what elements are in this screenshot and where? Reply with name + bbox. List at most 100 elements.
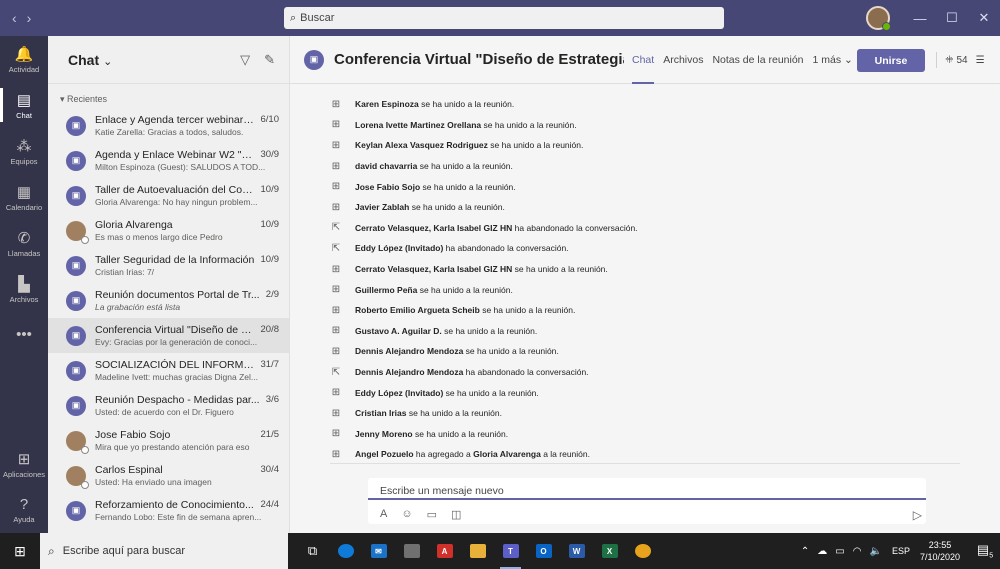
- back-icon[interactable]: ‹: [12, 10, 17, 26]
- message-text: Roberto Emilio Argueta Scheib se ha unid…: [355, 305, 575, 315]
- teams-taskbar-icon[interactable]: T: [494, 533, 527, 569]
- rail-item-label: Equipos: [10, 156, 38, 166]
- chat-icon: ▤: [16, 91, 32, 109]
- message-action: se ha unido a la reunión.: [420, 181, 516, 192]
- conversation-item[interactable]: ▣ Taller de Autoevaluación del Con... 10/9…: [48, 178, 289, 213]
- conversation-preview: Mira que yo prestando atención para eso: [95, 442, 250, 452]
- join-button[interactable]: Unirse: [857, 49, 925, 72]
- volume-icon[interactable]: 🔈: [869, 546, 881, 557]
- conversation-item[interactable]: ▣ SOCIALIZACIÓN DEL INFORME A... 31/7 Madel…: [48, 353, 289, 388]
- close-button[interactable]: ✕: [968, 10, 1000, 26]
- tab-chat[interactable]: Chat: [632, 36, 655, 84]
- conversation-preview: Milton Espinoza (Guest): SALUDOS A TOD..…: [95, 162, 266, 172]
- filter-icon[interactable]: ▽: [240, 52, 250, 68]
- chrome-icon[interactable]: [626, 533, 659, 569]
- outlook-icon[interactable]: O: [527, 533, 560, 569]
- conversation-item[interactable]: ▣ Enlace y Agenda tercer webinar ... 6/10 K…: [48, 108, 289, 143]
- join-icon: ⊞: [331, 181, 341, 193]
- taskbar-search-input[interactable]: ⌕ Escribe aquí para buscar: [40, 533, 288, 569]
- minimize-button[interactable]: —: [904, 11, 936, 26]
- compose-input[interactable]: Escribe un mensaje nuevo: [368, 478, 926, 500]
- conversation-item[interactable]: Jose Fabio Sojo 21/5 Mira que yo prestando…: [48, 423, 289, 458]
- participants-button[interactable]: ꔰ 54: [945, 55, 968, 66]
- participant-name: Gustavo A. Aguilar D.: [355, 325, 442, 336]
- conversation-item[interactable]: ▣ Conferencia Virtual "Diseño de E... 20/8…: [48, 318, 289, 353]
- profile-avatar[interactable]: [866, 6, 891, 31]
- conversation-item[interactable]: Gloria Alvarenga 10/9 Es mas o menos largo…: [48, 213, 289, 248]
- rail-item-aplicaciones[interactable]: ⊞ Aplicaciones: [0, 441, 48, 487]
- battery-icon[interactable]: ▭: [835, 546, 844, 557]
- notification-center-icon[interactable]: ▤5: [970, 542, 1000, 560]
- chevron-up-icon[interactable]: ⌃: [801, 546, 809, 557]
- rail-item-calendario[interactable]: ▦ Calendario: [0, 174, 48, 220]
- forward-icon[interactable]: ›: [27, 10, 32, 26]
- language-indicator[interactable]: ESP: [892, 546, 910, 556]
- more-options-icon[interactable]: ☰: [976, 55, 985, 66]
- chat-list-title[interactable]: Chat ⌄: [68, 52, 112, 68]
- new-chat-icon[interactable]: ✎: [264, 52, 275, 68]
- message-action: se ha unido a la reunión.: [418, 99, 515, 110]
- task-view-icon[interactable]: ⧉: [296, 533, 329, 569]
- system-message: ⊞ Lorena Ivette Martinez Orellana se ha u…: [330, 115, 960, 136]
- rail-item-label: Actividad: [8, 64, 40, 74]
- onedrive-icon[interactable]: ☁: [817, 546, 827, 557]
- acrobat-icon[interactable]: A: [428, 533, 461, 569]
- section-recent[interactable]: ▾ Recientes: [48, 90, 289, 108]
- notification-count: 5: [989, 552, 994, 560]
- sticker-icon[interactable]: ◫: [451, 508, 461, 521]
- file-explorer-icon[interactable]: [461, 533, 494, 569]
- conversation-item[interactable]: ▣ Agenda y Enlace Webinar W2 "M... 30/9 Mil…: [48, 143, 289, 178]
- system-message: ⊞ Cristian Irias se ha unido a la reunión…: [330, 403, 960, 424]
- windows-start-icon[interactable]: ⊞: [0, 543, 40, 560]
- mail-icon[interactable]: ✉: [362, 533, 395, 569]
- conversation-item[interactable]: ▣ Reforzamiento de Conocimiento... 24/4 Fer…: [48, 493, 289, 528]
- conversation-body: Gloria Alvarenga 10/9 Es mas o menos largo…: [95, 219, 279, 242]
- message-action: se ha unido a la reunión.: [463, 346, 559, 357]
- format-icon[interactable]: A: [380, 508, 387, 521]
- conversation-preview: Usted: de acuerdo con el Dr. Figuero: [95, 407, 234, 417]
- rail-item-chat[interactable]: ▤ Chat: [0, 82, 48, 128]
- rail-item-llamadas[interactable]: ✆ Llamadas: [0, 220, 48, 266]
- clock[interactable]: 23:55 7/10/2020: [920, 539, 960, 563]
- join-icon: ⊞: [331, 448, 341, 460]
- chat-list-header: Chat ⌄ ▽ ✎: [48, 36, 289, 84]
- system-message: ⊞ Roberto Emilio Argueta Scheib se ha uni…: [330, 300, 960, 321]
- word-icon[interactable]: W: [560, 533, 593, 569]
- conversation-date: 6/10: [260, 114, 280, 125]
- message-text: Javier Zablah se ha unido a la reunión.: [355, 202, 505, 212]
- send-icon[interactable]: ▷: [913, 508, 922, 522]
- message-text: Jenny Moreno se ha unido a la reunión.: [355, 429, 508, 439]
- rail-item-archivos[interactable]: ▙ Archivos: [0, 266, 48, 312]
- gif-icon[interactable]: ▭: [427, 508, 437, 521]
- tray-icons: ⌃ ☁ ▭ ◠ 🔈: [801, 546, 882, 557]
- emoji-icon[interactable]: ☺: [401, 508, 412, 521]
- app-icon[interactable]: [395, 533, 428, 569]
- participant-name: Dennis Alejandro Mendoza: [355, 367, 464, 378]
- conversation-preview: Gloria Alvarenga: No hay ningun problem.…: [95, 197, 258, 207]
- rail-item-actividad[interactable]: 🔔 Actividad: [0, 36, 48, 82]
- conversation-item[interactable]: ▣ Reunión documentos Portal de Tr... 2/9 La…: [48, 283, 289, 318]
- rail-item-more[interactable]: •••: [0, 312, 48, 358]
- leave-icon: ⇱: [331, 366, 341, 378]
- conversation-name: Taller Seguridad de la Información: [95, 254, 255, 266]
- tab-more[interactable]: 1 más ⌄: [813, 36, 853, 84]
- conversation-item[interactable]: Carlos Espinal 30/4 Usted: Ha enviado una …: [48, 458, 289, 493]
- rail-item-equipos[interactable]: ⁂ Equipos: [0, 128, 48, 174]
- excel-icon[interactable]: X: [593, 533, 626, 569]
- message-action: se ha unido a la reunión.: [512, 264, 608, 275]
- conversation-item[interactable]: ▣ Reunión Despacho - Medidas par... 3/6 Ust…: [48, 388, 289, 423]
- meeting-icon: ▣: [66, 150, 86, 171]
- tab-notas-de-la-reunión[interactable]: Notas de la reunión: [712, 36, 803, 84]
- maximize-button[interactable]: ☐: [936, 10, 968, 26]
- taskbar-search-placeholder: Escribe aquí para buscar: [62, 545, 186, 557]
- participant-name: Roberto Emilio Argueta Scheib: [355, 305, 480, 316]
- tab-archivos[interactable]: Archivos: [663, 36, 703, 84]
- system-message: ⊞ Eddy López (Invitado) se ha unido a la …: [330, 382, 960, 403]
- chevron-down-icon: ⌄: [103, 55, 113, 68]
- rail-item-ayuda[interactable]: ? Ayuda: [0, 487, 48, 533]
- search-input[interactable]: ⌕ Buscar: [284, 7, 724, 29]
- system-message: ⇱ Dennis Alejandro Mendoza ha abandonado …: [330, 362, 960, 383]
- conversation-item[interactable]: ▣ Taller Seguridad de la Información 10/9 C…: [48, 248, 289, 283]
- edge-icon[interactable]: [329, 533, 362, 569]
- wifi-icon[interactable]: ◠: [853, 546, 862, 557]
